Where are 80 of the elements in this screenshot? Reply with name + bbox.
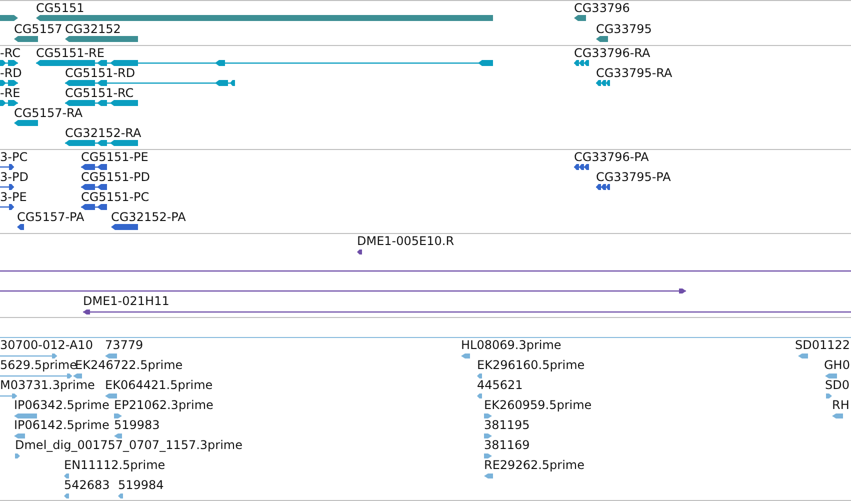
feature-glyph[interactable] bbox=[0, 100, 18, 106]
feature-label: 542683 bbox=[64, 478, 110, 492]
feature-label: CG33795 bbox=[596, 22, 652, 36]
feature-label: -RE bbox=[0, 86, 20, 100]
feature-label: CG5151-RC bbox=[65, 86, 134, 100]
feature-label: CG33796-PA bbox=[574, 150, 649, 164]
feature-glyph[interactable] bbox=[0, 164, 14, 170]
feature-label: CG32152-RA bbox=[65, 126, 142, 140]
feature-glyph[interactable] bbox=[81, 204, 107, 210]
feature-label: CG5151-RE bbox=[36, 46, 104, 60]
feature-label: -RD bbox=[0, 66, 22, 80]
feature-glyph[interactable] bbox=[357, 250, 362, 254]
feature-label: DME1-021H11 bbox=[83, 294, 170, 308]
feature-glyph[interactable] bbox=[36, 60, 493, 66]
feature-label: CG32152 bbox=[65, 22, 121, 36]
feature-label: CG5151-RD bbox=[65, 66, 136, 80]
feature-glyph[interactable] bbox=[0, 80, 18, 86]
feature-label: CG5157-RA bbox=[14, 106, 83, 120]
feature-label: RH bbox=[832, 398, 850, 412]
feature-label: 73779 bbox=[105, 338, 144, 352]
feature-glyph[interactable] bbox=[83, 310, 851, 314]
feature-label: 519983 bbox=[114, 418, 160, 432]
feature-label: GH0 bbox=[824, 358, 850, 372]
feature-glyph[interactable] bbox=[81, 164, 107, 170]
feature-glyph[interactable] bbox=[0, 288, 686, 294]
feature-glyph[interactable] bbox=[596, 36, 608, 42]
feature-label: -RC bbox=[0, 46, 20, 60]
feature-label: CG5151-PC bbox=[81, 190, 150, 204]
feature-label: CG5151-PE bbox=[81, 150, 148, 164]
feature-label: EK296160.5prime bbox=[477, 358, 585, 372]
feature-glyph[interactable] bbox=[65, 80, 235, 86]
feature-glyph[interactable] bbox=[65, 100, 138, 106]
feature-glyph[interactable] bbox=[65, 140, 138, 146]
feature-glyph[interactable] bbox=[574, 164, 589, 170]
feature-glyph[interactable] bbox=[0, 204, 14, 210]
feature-label: 519984 bbox=[118, 478, 164, 492]
feature-glyph[interactable] bbox=[574, 60, 589, 66]
feature-label: CG5157-PA bbox=[17, 210, 84, 224]
feature-label: SD01122 bbox=[795, 338, 850, 352]
feature-glyph[interactable] bbox=[596, 184, 610, 190]
feature-label: 30700-012-A10 bbox=[0, 338, 93, 352]
feature-glyph[interactable] bbox=[81, 184, 107, 190]
feature-label: HL08069.3prime bbox=[461, 338, 562, 352]
feature-label: EK260959.5prime bbox=[484, 398, 592, 412]
feature-label: CG33795-PA bbox=[596, 170, 671, 184]
feature-label: CG33795-RA bbox=[596, 66, 672, 80]
feature-glyph[interactable] bbox=[17, 224, 24, 230]
feature-label: 381169 bbox=[484, 438, 530, 452]
feature-label: CG5151-PD bbox=[81, 170, 150, 184]
feature-label: Dmel_dig_001757_0707_1157.3prime bbox=[15, 438, 243, 452]
feature-glyph[interactable] bbox=[0, 15, 18, 21]
feature-label: M03731.3prime bbox=[0, 378, 95, 392]
feature-glyph[interactable] bbox=[596, 80, 610, 86]
feature-glyph[interactable] bbox=[14, 36, 38, 42]
feature-label: EK064421.5prime bbox=[105, 378, 213, 392]
feature-label: CG33796 bbox=[574, 1, 630, 15]
feature-label: SD0 bbox=[825, 378, 850, 392]
feature-glyph[interactable] bbox=[574, 15, 586, 21]
feature-label: CG5157 bbox=[14, 22, 62, 36]
feature-glyph[interactable] bbox=[14, 120, 38, 126]
feature-label: 381195 bbox=[484, 418, 530, 432]
feature-glyph[interactable] bbox=[65, 36, 138, 42]
feature-label: 5629.5prime bbox=[0, 358, 77, 372]
feature-label: 3-PE bbox=[0, 190, 27, 204]
feature-label: 445621 bbox=[477, 378, 523, 392]
feature-label: EN11112.5prime bbox=[64, 458, 166, 472]
feature-label: CG33796-RA bbox=[574, 46, 650, 60]
feature-label: IP06342.5prime bbox=[14, 398, 110, 412]
feature-label: CG32152-PA bbox=[111, 210, 186, 224]
feature-glyph[interactable] bbox=[0, 184, 14, 190]
feature-label: EK246722.5prime bbox=[75, 358, 183, 372]
feature-label: EP21062.3prime bbox=[114, 398, 214, 412]
feature-label: 3-PD bbox=[0, 170, 28, 184]
feature-label: CG5151 bbox=[36, 1, 84, 15]
feature-glyph[interactable] bbox=[111, 224, 138, 230]
feature-label: 3-PC bbox=[0, 150, 28, 164]
feature-label: RE29262.5prime bbox=[484, 458, 584, 472]
feature-label: DME1-005E10.R bbox=[357, 234, 454, 248]
feature-glyph[interactable] bbox=[0, 60, 18, 66]
feature-label: IP06142.5prime bbox=[14, 418, 110, 432]
